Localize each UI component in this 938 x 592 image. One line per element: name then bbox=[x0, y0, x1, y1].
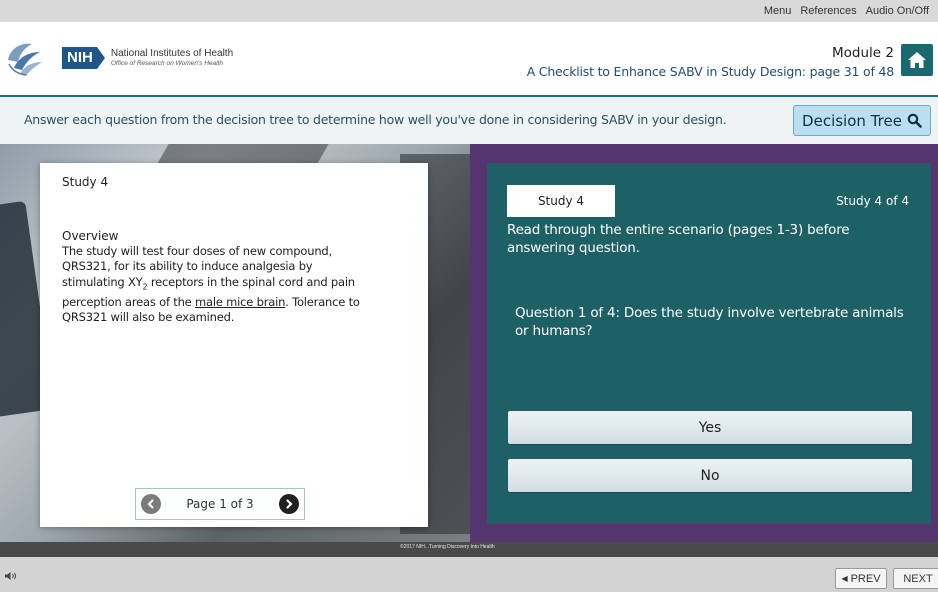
player-control-bar: ◀ PREV NEXT bbox=[0, 557, 938, 592]
next-page-button[interactable] bbox=[279, 494, 299, 514]
top-links: Menu References Audio On/Off bbox=[764, 0, 938, 22]
page-title: A Checklist to Enhance SABV in Study Des… bbox=[526, 64, 895, 79]
page-navigator: Page 1 of 3 bbox=[135, 488, 305, 520]
menu-link[interactable]: Menu bbox=[764, 5, 792, 17]
decision-tree-button[interactable]: Decision Tree bbox=[793, 105, 931, 136]
top-utility-bar: Menu References Audio On/Off bbox=[0, 0, 938, 22]
chevron-right-icon bbox=[286, 499, 293, 509]
instruction-bar: Answer each question from the decision t… bbox=[0, 97, 938, 144]
study-tab: Study 4 bbox=[507, 185, 615, 217]
chevron-left-icon: ◀ bbox=[841, 574, 848, 583]
copyright-text: ©2017 NIH...Turning Discovery Into Healt… bbox=[400, 544, 495, 550]
prev-slide-button[interactable]: ◀ PREV bbox=[835, 568, 887, 589]
header: NIH National Institutes of Health Office… bbox=[0, 22, 938, 96]
nih-org-text: National Institutes of Health Office of … bbox=[110, 47, 234, 68]
yes-answer-button[interactable]: Yes bbox=[508, 411, 912, 444]
main-content: Study 4 Overview The study will test fou… bbox=[0, 144, 938, 542]
prev-label: PREV bbox=[850, 572, 881, 585]
home-icon bbox=[908, 52, 926, 68]
module-title-block: Module 2 A Checklist to Enhance SABV in … bbox=[526, 45, 895, 79]
org-name: National Institutes of Health bbox=[110, 47, 234, 59]
question-panel: Study 4 Study 4 of 4 Read through the en… bbox=[487, 163, 931, 524]
hhs-eagle-logo bbox=[8, 43, 42, 76]
next-slide-button[interactable]: NEXT bbox=[893, 568, 938, 589]
study-counter: Study 4 of 4 bbox=[836, 194, 909, 208]
read-instruction: Read through the entire scenario (pages … bbox=[507, 222, 850, 256]
nih-abbreviation: NIH bbox=[62, 47, 97, 69]
overview-heading: Overview bbox=[62, 229, 119, 243]
search-icon bbox=[907, 113, 922, 128]
male-mice-brain-link[interactable]: male mice brain bbox=[195, 295, 285, 309]
nih-logo: NIH National Institutes of Health Office… bbox=[62, 47, 233, 69]
references-link[interactable]: References bbox=[800, 5, 856, 17]
study-card: Study 4 Overview The study will test fou… bbox=[40, 163, 428, 527]
org-subtitle: Office of Research on Women's Health bbox=[110, 59, 223, 67]
no-answer-button[interactable]: No bbox=[508, 459, 912, 492]
previous-page-button[interactable] bbox=[141, 494, 161, 514]
module-label: Module 2 bbox=[832, 45, 894, 61]
copyright-bar: ©2017 NIH...Turning Discovery Into Healt… bbox=[0, 542, 938, 557]
chevron-left-icon bbox=[147, 499, 154, 509]
study-card-title: Study 4 bbox=[62, 175, 109, 189]
audio-toggle-link[interactable]: Audio On/Off bbox=[866, 5, 929, 17]
page-indicator: Page 1 of 3 bbox=[186, 497, 254, 511]
decision-tree-label: Decision Tree bbox=[802, 111, 902, 130]
next-label: NEXT bbox=[903, 572, 933, 585]
overview-text: The study will test four doses of new co… bbox=[62, 244, 372, 325]
nih-arrow bbox=[96, 47, 105, 69]
home-button[interactable] bbox=[901, 44, 933, 76]
speaker-icon[interactable] bbox=[4, 571, 18, 581]
question-text: Question 1 of 4: Does the study involve … bbox=[515, 305, 904, 339]
instruction-text: Answer each question from the decision t… bbox=[24, 112, 727, 127]
